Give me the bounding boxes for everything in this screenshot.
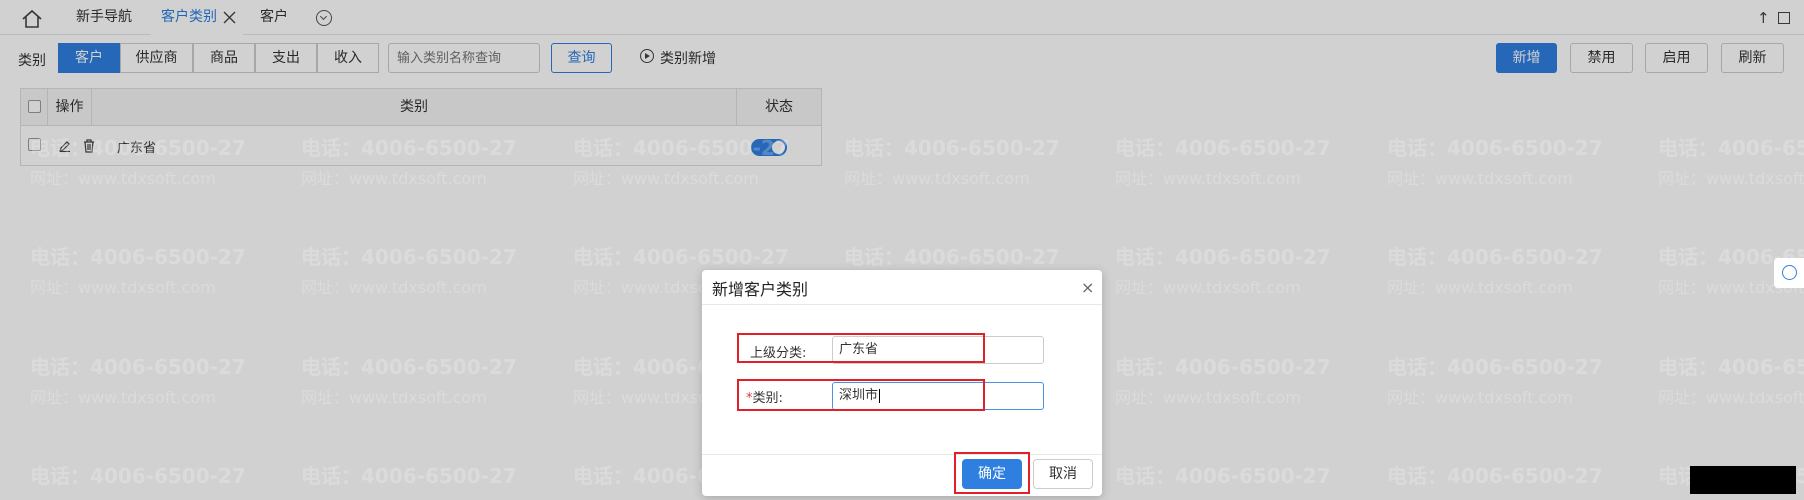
cancel-button[interactable]: 取消 [1033,459,1093,489]
add-customer-category-dialog: 新增客户类别 × 上级分类: 广东省 *类别: 深圳市 确定 取消 [702,270,1102,496]
highlight-box-confirm [954,452,1030,494]
dialog-footer-divider [702,454,1102,455]
highlight-box-category [737,379,985,411]
dialog-divider [702,304,1102,305]
close-icon[interactable]: × [1081,278,1094,297]
lightbulb-icon [1782,265,1797,280]
highlight-box-parent [737,333,985,363]
redaction-block [1690,466,1796,494]
dialog-title: 新增客户类别 [712,280,809,299]
helper-button[interactable] [1774,258,1804,288]
